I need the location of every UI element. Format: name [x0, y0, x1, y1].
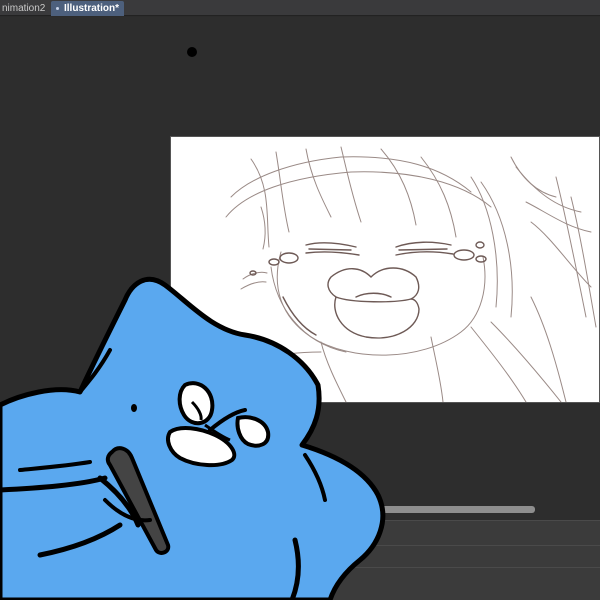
- active-tab-dot-icon: [56, 7, 59, 10]
- document-tab-bar: nimation2 Illustration*: [0, 0, 600, 16]
- tab-illustration[interactable]: Illustration*: [51, 1, 124, 16]
- panel-divider: [0, 567, 600, 568]
- sketch-drawing: [225, 146, 597, 402]
- tab-label: Illustration*: [64, 3, 120, 14]
- tab-animation2[interactable]: nimation2: [0, 1, 46, 16]
- drawing-canvas[interactable]: [170, 136, 600, 403]
- tab-label: nimation2: [2, 3, 46, 14]
- bottom-panel: [0, 520, 600, 600]
- panel-divider: [0, 520, 600, 521]
- panel-divider: [0, 545, 600, 546]
- horizontal-scrollbar[interactable]: [380, 506, 535, 513]
- brush-cursor-icon: [187, 47, 197, 57]
